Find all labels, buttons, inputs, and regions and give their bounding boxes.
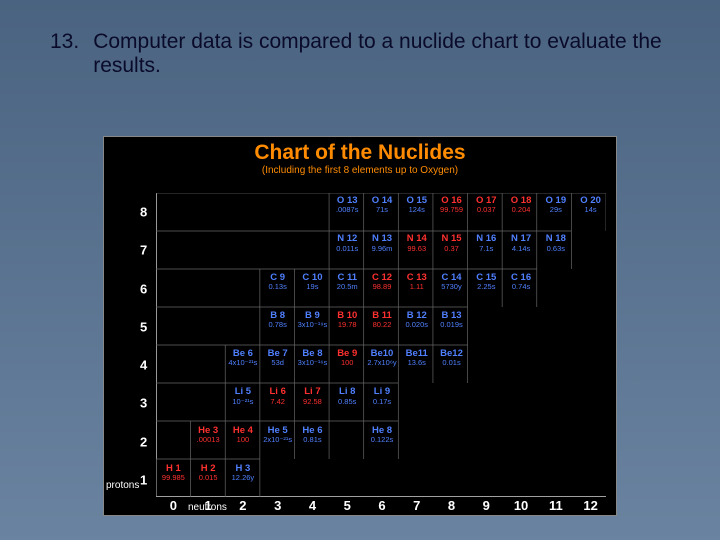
- nuclide-cell: C 131.11: [399, 270, 434, 308]
- nuclide-cell: B 130.019s: [434, 308, 469, 346]
- nuclide-cell: B 1019.78: [330, 308, 365, 346]
- chart-subtitle: (Including the first 8 elements up to Ox…: [104, 165, 616, 176]
- nuclide-cell: He 52x10⁻²¹s: [260, 423, 295, 461]
- nuclide-cell: He 80.122s: [365, 423, 400, 461]
- nuclide-cell: Be102.7x10⁶y: [365, 346, 400, 384]
- x-tick: 6: [378, 498, 385, 513]
- nuclide-cell: N 150.37: [434, 231, 469, 269]
- slide-text: 13. Computer data is compared to a nucli…: [50, 30, 680, 78]
- chart-title: Chart of the Nuclides: [104, 141, 616, 165]
- nuclide-cell: B 120.020s: [399, 308, 434, 346]
- nuclide-cell: Li 792.58: [295, 384, 330, 422]
- nuclide-cell: Li 510⁻²¹s: [226, 384, 261, 422]
- y-tick: 5: [140, 319, 147, 334]
- nuclide-cell: C 1120.5m: [330, 270, 365, 308]
- nuclide-cell: B 93x10⁻¹⁹s: [295, 308, 330, 346]
- nuclide-cell: N 1499.63: [399, 231, 434, 269]
- nuclide-cell: B 80.78s: [260, 308, 295, 346]
- nuclide-chart: Chart of the Nuclides (Including the fir…: [103, 136, 617, 516]
- nuclide-cell: N 180.63s: [538, 231, 573, 269]
- y-tick: 1: [140, 472, 147, 487]
- nuclide-cell: Be 9100: [330, 346, 365, 384]
- x-tick: 5: [344, 498, 351, 513]
- nuclide-cell: N 174.14s: [504, 231, 539, 269]
- nuclide-cell: Be 83x10⁻¹⁶s: [295, 346, 330, 384]
- nuclide-cell: N 139.96m: [365, 231, 400, 269]
- nuclide-cell: C 1019s: [295, 270, 330, 308]
- nuclide-cell: O 170.037: [469, 193, 504, 231]
- y-axis-label: protons: [106, 480, 139, 491]
- nuclide-cell: O 1471s: [365, 193, 400, 231]
- x-tick: 7: [413, 498, 420, 513]
- nuclide-cell: Li 67.42: [260, 384, 295, 422]
- y-tick: 7: [140, 243, 147, 258]
- nuclide-cell: Be 753d: [260, 346, 295, 384]
- slide-number: 13.: [50, 30, 79, 78]
- y-tick: 6: [140, 281, 147, 296]
- nuclide-cell: Be 64x10⁻²¹s: [226, 346, 261, 384]
- x-tick: 2: [239, 498, 246, 513]
- x-tick: 0: [170, 498, 177, 513]
- x-tick: 9: [483, 498, 490, 513]
- nuclide-cell: C 160.74s: [504, 270, 539, 308]
- x-tick: 10: [514, 498, 528, 513]
- y-tick: 8: [140, 205, 147, 220]
- nuclide-cell: He 3.00013: [191, 423, 226, 461]
- nuclide-cell: Li 80.85s: [330, 384, 365, 422]
- nuclide-cell: N 120.011s: [330, 231, 365, 269]
- nuclide-cell: O 1929s: [538, 193, 573, 231]
- y-tick: 3: [140, 396, 147, 411]
- x-tick: 3: [274, 498, 281, 513]
- nuclide-cell: N 167.1s: [469, 231, 504, 269]
- nuclide-cell: Li 90.17s: [365, 384, 400, 422]
- nuclide-cell: C 1298.89: [365, 270, 400, 308]
- nuclide-cell: O 13.0087s: [330, 193, 365, 231]
- nuclide-cell: Be120.01s: [434, 346, 469, 384]
- nuclide-cell: H 312.26y: [226, 461, 261, 499]
- nuclide-cell: C 152.25s: [469, 270, 504, 308]
- y-tick: 4: [140, 358, 147, 373]
- nuclide-cell: O 2014s: [573, 193, 608, 231]
- nuclide-cell: C 145730y: [434, 270, 469, 308]
- nuclide-cell: Be1113.6s: [399, 346, 434, 384]
- nuclide-cell: He 60.81s: [295, 423, 330, 461]
- nuclide-cell: B 1180.22: [365, 308, 400, 346]
- x-tick: 1: [205, 498, 212, 513]
- nuclide-cell: C 90.13s: [260, 270, 295, 308]
- nuclide-cell: H 20.015: [191, 461, 226, 499]
- y-tick: 2: [140, 434, 147, 449]
- nuclide-cell: O 180.204: [504, 193, 539, 231]
- slide-body: Computer data is compared to a nuclide c…: [93, 30, 680, 78]
- nuclide-cell: He 4100: [226, 423, 261, 461]
- nuclide-cell: O 1699.759: [434, 193, 469, 231]
- nuclide-cell: H 199.985: [156, 461, 191, 499]
- nuclide-cell: O 15124s: [399, 193, 434, 231]
- x-tick: 11: [549, 498, 563, 513]
- x-tick: 12: [583, 498, 597, 513]
- x-tick: 4: [309, 498, 316, 513]
- x-tick: 8: [448, 498, 455, 513]
